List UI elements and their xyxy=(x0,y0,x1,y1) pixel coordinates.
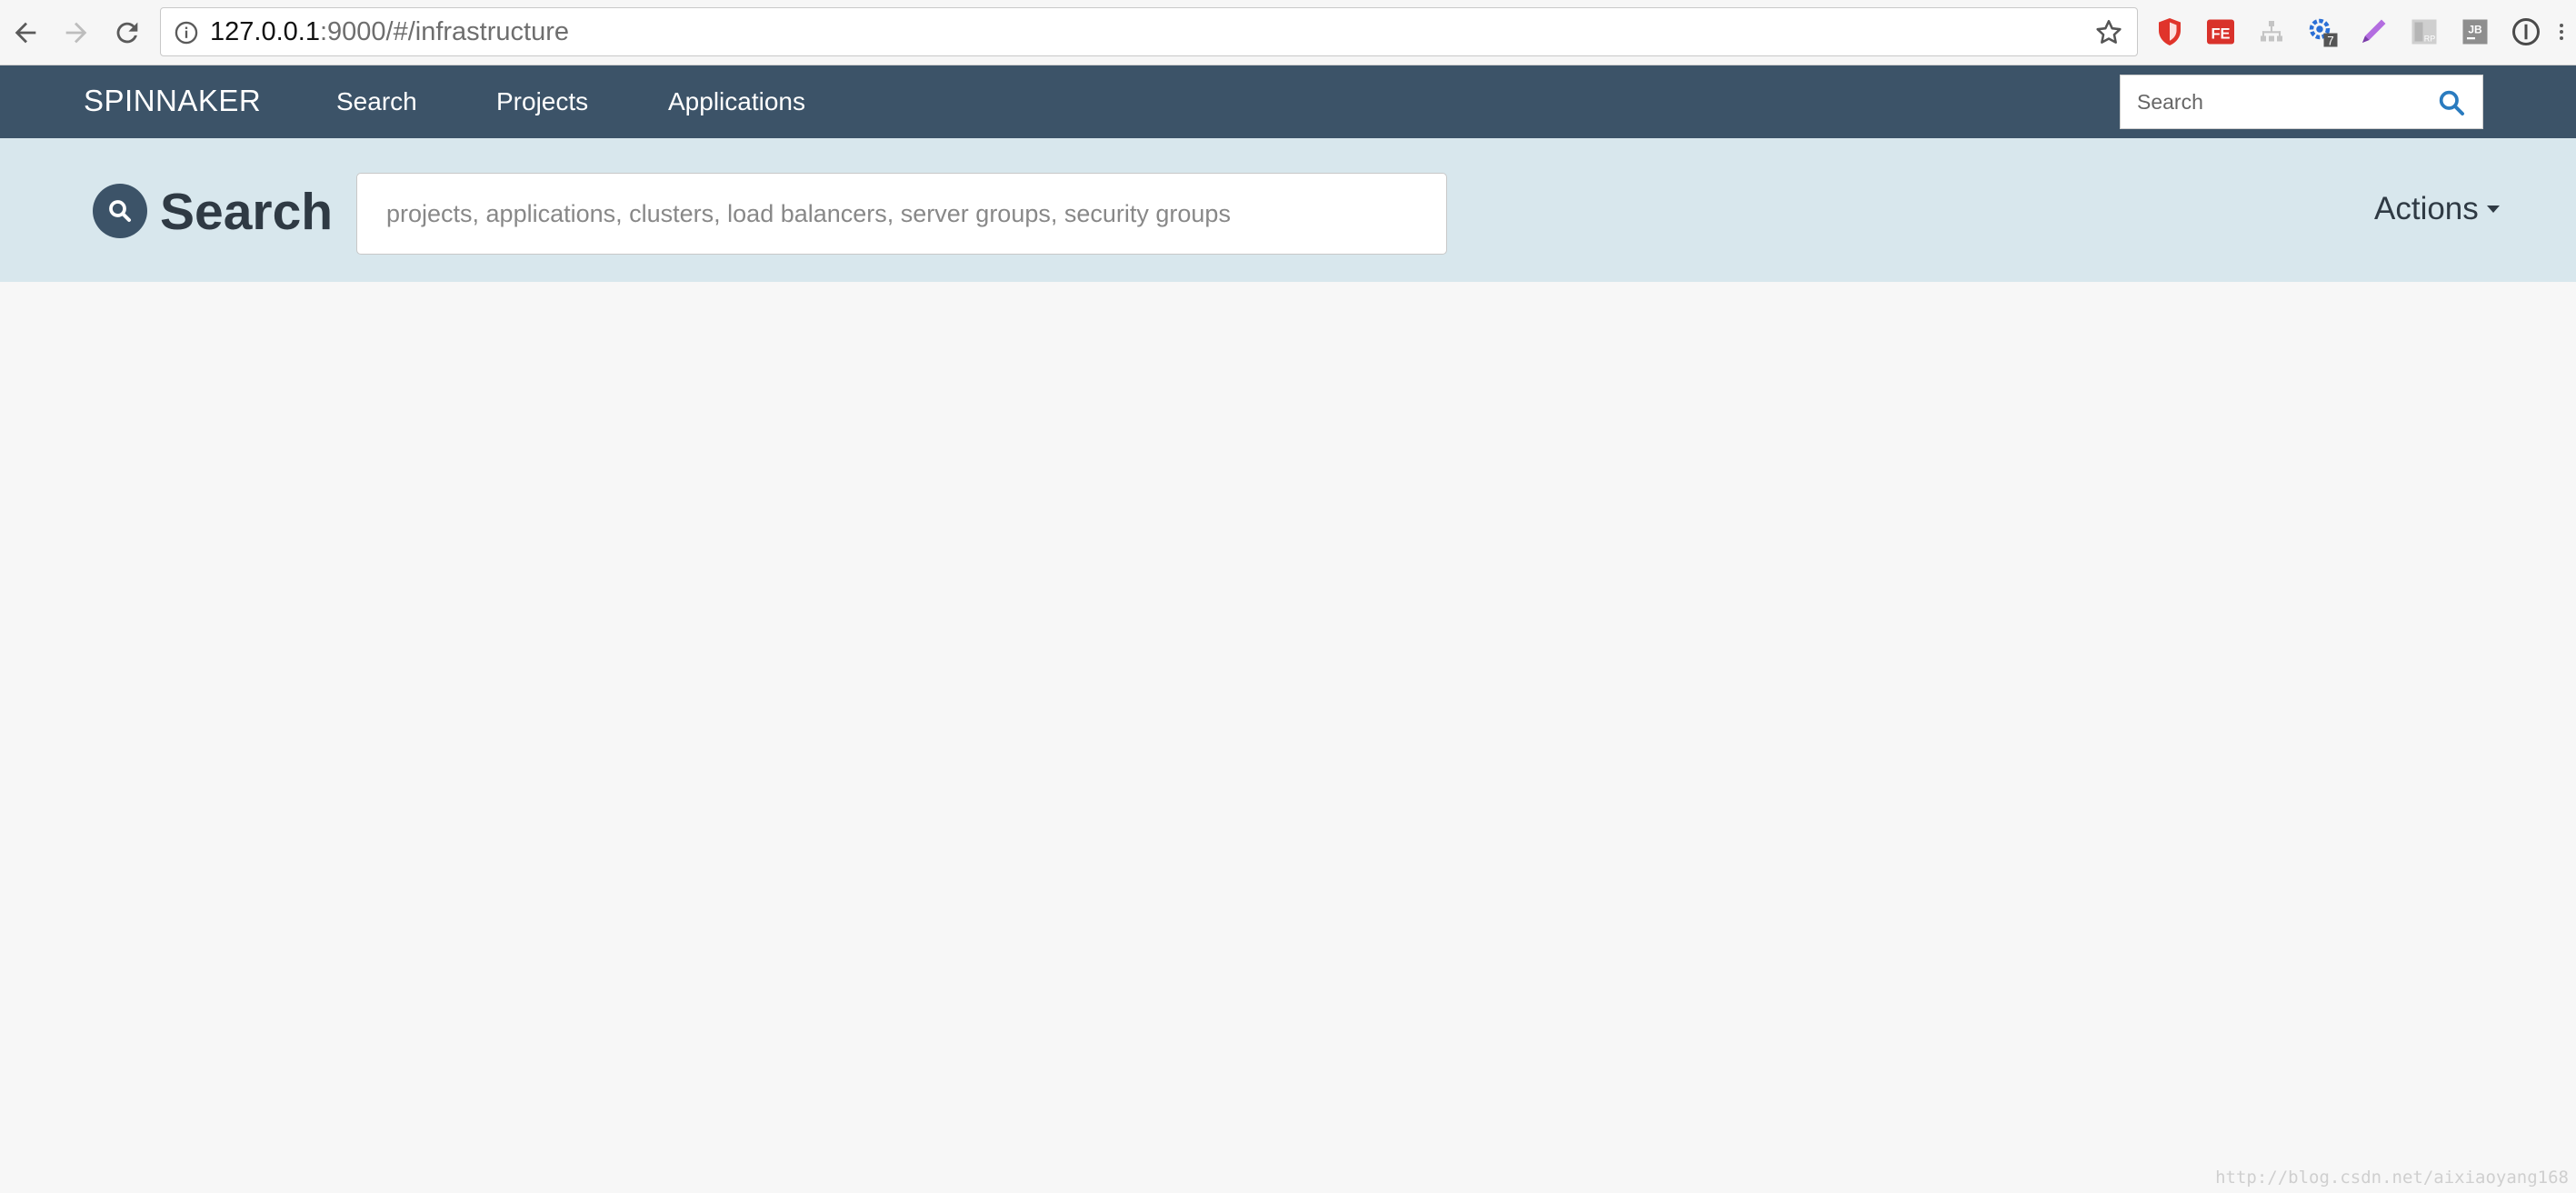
url-host: 127.0.0.1 xyxy=(210,17,320,46)
reload-icon[interactable] xyxy=(107,13,147,53)
browser-toolbar: 127.0.0.1:9000/#/infrastructure FE 7 RP … xyxy=(0,0,2576,65)
forward-arrow-icon[interactable] xyxy=(56,13,96,53)
gear-extension-icon[interactable]: 7 xyxy=(2305,15,2340,49)
pen-extension-icon[interactable] xyxy=(2356,15,2391,49)
fe-extension-icon[interactable]: FE xyxy=(2203,15,2238,49)
page-title: Search xyxy=(160,183,334,241)
info-icon[interactable] xyxy=(174,20,199,45)
fe-extension-label: FE xyxy=(2211,26,2230,43)
star-icon[interactable] xyxy=(2093,17,2124,48)
menu-dots-icon[interactable] xyxy=(2551,15,2572,49)
brand-logo[interactable]: SPINNAKER xyxy=(84,84,261,118)
rp-extension-icon[interactable]: RP xyxy=(2407,15,2441,49)
main-content: http://blog.csdn.net/aixiaoyang168 xyxy=(0,282,2576,1193)
url-path: :9000/#/infrastructure xyxy=(319,17,569,46)
back-arrow-icon[interactable] xyxy=(5,13,45,53)
watermark: http://blog.csdn.net/aixiaoyang168 xyxy=(2215,1168,2569,1188)
url-text[interactable]: 127.0.0.1:9000/#/infrastructure xyxy=(210,17,569,47)
rp-extension-label: RP xyxy=(2424,35,2436,44)
header-search-input[interactable] xyxy=(2121,75,2430,128)
jb-extension-label: JB xyxy=(2468,24,2482,36)
jb-extension-icon[interactable]: JB xyxy=(2458,15,2492,49)
app-header: SPINNAKER Search Projects Applications xyxy=(0,65,2576,138)
search-title-icon xyxy=(93,184,147,238)
actions-label: Actions xyxy=(2374,191,2479,226)
caret-down-icon xyxy=(2486,206,2500,213)
main-search-input[interactable] xyxy=(357,174,1446,254)
tree-extension-icon[interactable] xyxy=(2254,15,2289,49)
nav-projects[interactable]: Projects xyxy=(496,87,588,116)
nav-applications[interactable]: Applications xyxy=(668,87,805,116)
actions-dropdown[interactable]: Actions xyxy=(2374,191,2501,227)
header-search-box xyxy=(2120,75,2483,129)
nav-search[interactable]: Search xyxy=(336,87,417,116)
gear-badge-count: 7 xyxy=(2327,34,2334,47)
address-bar[interactable]: 127.0.0.1:9000/#/infrastructure xyxy=(160,7,2138,56)
password-extension-icon[interactable] xyxy=(2509,15,2543,49)
red-shield-extension-icon[interactable] xyxy=(2152,15,2187,49)
page-header: Search Actions xyxy=(0,138,2576,282)
main-search-box xyxy=(356,173,1447,255)
search-icon[interactable] xyxy=(2437,88,2466,117)
